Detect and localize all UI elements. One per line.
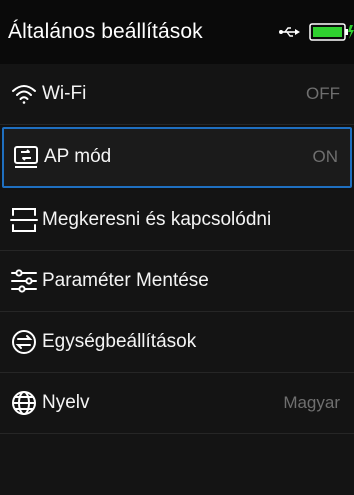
battery-charging-icon <box>309 22 354 42</box>
ap-mode-icon <box>12 143 40 171</box>
sliders-icon <box>10 267 38 295</box>
unit-settings-icon <box>10 328 38 356</box>
wifi-icon <box>10 80 38 108</box>
menu-item-scan-connect[interactable]: Megkeresni és kapcsolódni <box>0 190 354 251</box>
menu-item-label: Megkeresni és kapcsolódni <box>42 209 272 230</box>
menu-item-unit-settings[interactable]: Egységbeállítások <box>0 312 354 373</box>
scan-icon <box>10 206 38 234</box>
menu-item-label: Nyelv <box>42 392 90 413</box>
menu-item-label: Wi-Fi <box>42 83 87 104</box>
menu-item-wifi[interactable]: Wi-Fi OFF <box>0 64 354 125</box>
menu-item-save-parameters[interactable]: Paraméter Mentése <box>0 251 354 312</box>
header-bar: Általános beállítások <box>0 0 354 64</box>
menu-item-label: AP mód <box>44 146 112 167</box>
globe-icon <box>10 389 38 417</box>
ap-mode-status-value: ON <box>312 147 339 166</box>
menu-item-next-partial[interactable] <box>0 434 354 495</box>
menu-item-ap-mode[interactable]: AP mód ON <box>2 127 352 188</box>
settings-screen: Általános beállítások Wi-Fi OFF AP mód O… <box>0 0 354 495</box>
menu-item-label: Paraméter Mentése <box>42 270 209 291</box>
wifi-status-value: OFF <box>306 84 340 103</box>
language-value: Magyar <box>283 393 340 412</box>
usb-icon <box>278 26 300 38</box>
menu-item-language[interactable]: Nyelv Magyar <box>0 373 354 434</box>
menu-item-label: Egységbeállítások <box>42 331 197 352</box>
page-title: Általános beállítások <box>8 20 203 43</box>
